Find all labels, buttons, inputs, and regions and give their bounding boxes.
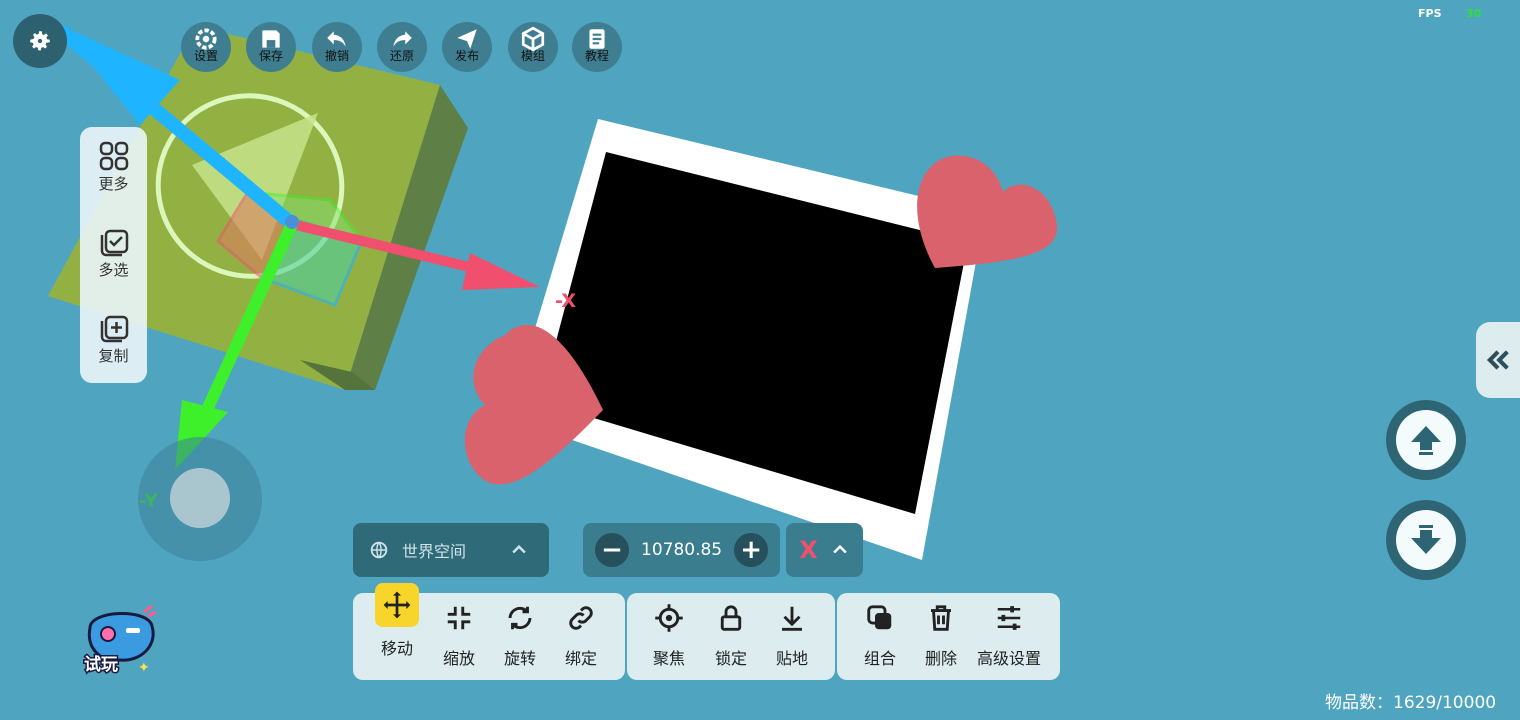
module-icon	[521, 26, 545, 51]
decrease-button[interactable]: −	[595, 533, 629, 567]
main-settings-button[interactable]	[13, 14, 67, 68]
snap-ground-tool-label: 贴地	[775, 649, 808, 668]
more-grid-icon	[99, 141, 128, 171]
move-icon	[383, 591, 411, 619]
coordinate-space-dropdown[interactable]: 世界空间	[353, 523, 549, 577]
group-tool-label: 组合	[863, 649, 896, 668]
copy-button[interactable]: 复制	[80, 311, 147, 366]
publish-icon	[457, 28, 477, 49]
heart-decoration-top[interactable]	[917, 155, 1058, 268]
bind-tool-label: 绑定	[564, 649, 597, 668]
ascend-button[interactable]	[1386, 400, 1466, 480]
toolbar-settings-button[interactable]: 设置	[181, 22, 231, 72]
rotate-tool-button[interactable]: 旋转	[489, 593, 551, 680]
move-tool-label: 移动	[380, 639, 413, 658]
arrow-down-icon	[1411, 525, 1441, 554]
redo-icon	[393, 30, 412, 47]
fps-label: FPS	[1418, 7, 1442, 20]
toolbar-redo-button[interactable]: 还原	[377, 22, 427, 72]
toolbar-publish-label: 发布	[454, 48, 479, 63]
transform-value-box: − 10780.85 +	[583, 523, 780, 577]
chevron-up-icon	[833, 544, 847, 554]
edit-tools-group: 组合 删除 高级设置	[837, 593, 1060, 680]
snap-ground-tool-button[interactable]: 贴地	[761, 593, 823, 680]
bind-link-icon	[569, 606, 593, 630]
chevron-up-icon	[512, 544, 526, 554]
svg-text:✦: ✦	[138, 660, 150, 676]
trial-play-button[interactable]: 试玩 ✦	[78, 600, 162, 680]
photo-frame[interactable]	[508, 119, 985, 560]
multi-select-label: 多选	[98, 261, 129, 279]
advanced-sliders-icon	[997, 606, 1021, 630]
focus-tool-label: 聚焦	[652, 649, 685, 668]
view-tools-group: 聚焦 锁定 贴地	[627, 593, 835, 680]
toolbar-save-button[interactable]: 保存	[246, 22, 296, 72]
advanced-settings-label: 高级设置	[977, 649, 1042, 668]
globe-icon	[370, 541, 388, 559]
axis-selector-dropdown[interactable]: X	[786, 523, 863, 577]
trial-play-label: 试玩	[84, 655, 118, 675]
delete-tool-label: 删除	[924, 649, 957, 668]
toolbar-module-button[interactable]: 模组	[508, 22, 558, 72]
scale-tool-button[interactable]: 缩放	[428, 593, 490, 680]
more-button[interactable]: 更多	[80, 139, 147, 194]
toolbar-publish-button[interactable]: 发布	[442, 22, 492, 72]
undo-icon	[327, 30, 346, 47]
arrow-up-icon	[1411, 426, 1441, 455]
toolbar-redo-label: 还原	[389, 48, 414, 63]
delete-tool-button[interactable]: 删除	[910, 593, 972, 680]
focus-target-icon	[655, 604, 683, 632]
gear-icon	[30, 31, 50, 51]
left-side-panel: 更多 多选 复制	[80, 127, 147, 383]
axis-value: X	[799, 536, 818, 564]
toolbar-module-label: 模组	[520, 48, 545, 63]
gizmo-x-label: -X	[555, 290, 576, 312]
double-chevron-left-icon	[1486, 350, 1509, 370]
lock-tool-label: 锁定	[714, 649, 747, 668]
save-icon	[262, 29, 280, 48]
advanced-settings-button[interactable]: 高级设置	[977, 593, 1041, 680]
bind-tool-button[interactable]: 绑定	[550, 593, 612, 680]
trash-icon	[931, 605, 951, 631]
settings-icon	[195, 27, 217, 50]
fps-value: 30	[1466, 7, 1482, 20]
collapse-panel-button[interactable]	[1476, 322, 1520, 398]
lock-tool-button[interactable]: 锁定	[700, 593, 762, 680]
rotate-tool-label: 旋转	[503, 649, 536, 668]
toolbar-tutorial-label: 教程	[584, 48, 609, 63]
toolbar-save-label: 保存	[258, 48, 283, 63]
lock-icon	[720, 605, 742, 631]
item-count: 物品数：1629/10000	[1325, 693, 1497, 713]
scale-icon	[447, 606, 471, 630]
group-icon	[867, 605, 892, 630]
joystick-thumb[interactable]	[170, 468, 230, 528]
transform-value[interactable]: 10780.85	[641, 540, 722, 560]
move-tool-button[interactable]: 移动	[366, 583, 428, 680]
multi-select-icon	[100, 229, 128, 257]
rotate-icon	[508, 606, 532, 630]
increase-button[interactable]: +	[734, 533, 769, 567]
group-tool-button[interactable]: 组合	[849, 593, 911, 680]
multi-select-button[interactable]: 多选	[80, 225, 147, 280]
scale-tool-label: 缩放	[442, 649, 475, 668]
more-label: 更多	[98, 175, 129, 193]
focus-tool-button[interactable]: 聚焦	[638, 593, 700, 680]
snap-ground-icon	[782, 606, 802, 631]
coordinate-space-label: 世界空间	[402, 542, 467, 561]
toolbar-undo-button[interactable]: 撤销	[312, 22, 362, 72]
toolbar-tutorial-button[interactable]: 教程	[572, 22, 622, 72]
toolbar-undo-label: 撤销	[324, 48, 349, 63]
copy-icon	[100, 315, 128, 343]
tutorial-icon	[589, 28, 605, 49]
transform-tools-group: 移动 缩放 旋转 绑定	[353, 583, 625, 680]
toolbar-settings-label: 设置	[193, 48, 218, 63]
descend-button[interactable]	[1386, 500, 1466, 580]
copy-label: 复制	[98, 347, 129, 365]
